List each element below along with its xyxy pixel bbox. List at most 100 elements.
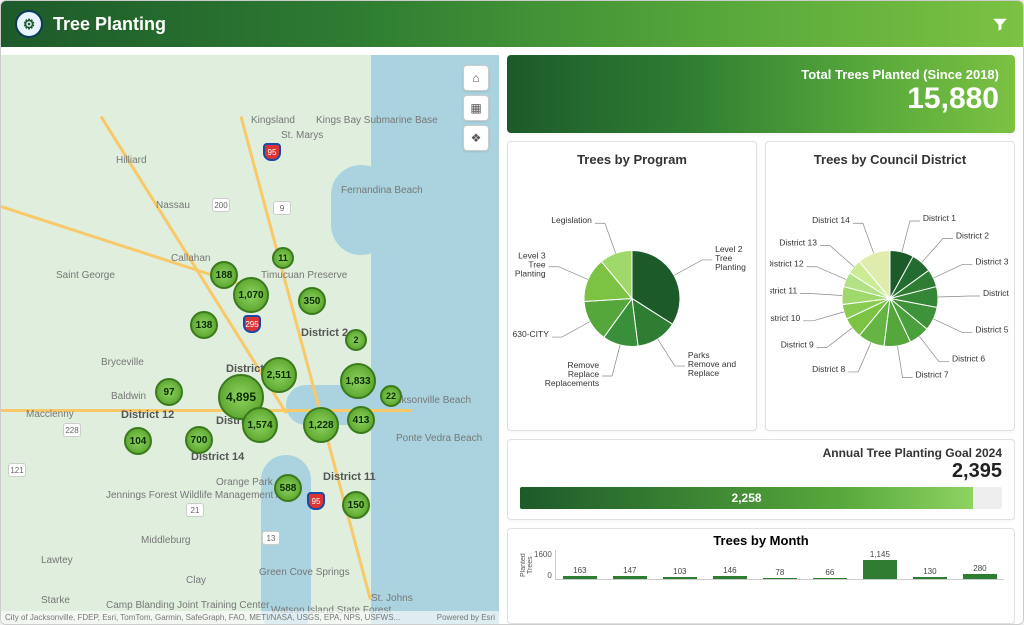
map-panel[interactable]: 95 295 95 228 200 9 21 13 121 KingslandK… [1,55,499,624]
bar-column[interactable]: 147 [606,550,654,579]
map-label: Ponte Vedra Beach [396,433,466,444]
map-label: Clay [186,575,206,586]
cluster-marker[interactable]: 413 [347,406,375,434]
map-label: Starke [41,595,70,606]
pie-label: ParksRemove andReplace [688,350,736,378]
basemap-button[interactable]: ▦ [463,95,489,121]
pie-label: District 12 [770,259,804,269]
app-header: ⚙ Tree Planting [1,1,1023,47]
map-label: Saint George [56,270,115,281]
total-trees-card: Total Trees Planted (Since 2018) 15,880 [507,55,1015,133]
map-label: District 11 [323,471,376,483]
cluster-marker[interactable]: 188 [210,261,238,289]
bar-column[interactable]: 130 [906,550,954,579]
cluster-marker[interactable]: 150 [342,491,370,519]
bar-value-label: 163 [573,566,586,575]
map-label: Camp Blanding Joint Training Center [106,600,176,611]
pie-label: District 11 [770,285,797,295]
goal-card: Annual Tree Planting Goal 2024 2,395 2,2… [507,439,1015,520]
map-label: Jennings Forest Wildlife Management Area [106,490,176,501]
goal-label: Annual Tree Planting Goal 2024 [520,446,1002,460]
pie-label: Level 3TreePlanting [515,251,546,279]
highway-shield: 21 [186,503,204,517]
bar [713,576,747,579]
bar-column[interactable]: 66 [806,550,854,579]
map-tools: ⌂ ▦ ❖ [463,65,489,151]
y-axis-label: Planted Trees [518,550,534,580]
pie-label: 630-CITY [513,329,550,339]
map-label: Orange Park [216,477,273,488]
bar-column[interactable]: 146 [706,550,754,579]
pie-label: District 8 [812,364,845,374]
cluster-marker[interactable]: 97 [155,378,183,406]
interstate-shield: 95 [263,143,281,161]
pie-label: Legislation [551,215,592,225]
map-label: Kingsland [251,115,295,126]
bar-column[interactable]: 103 [656,550,704,579]
cluster-marker[interactable]: 700 [185,426,213,454]
pie-label: District 13 [779,238,817,248]
cluster-marker[interactable]: 2,511 [261,357,297,393]
bar-column[interactable]: 163 [556,550,604,579]
body: 95 295 95 228 200 9 21 13 121 KingslandK… [1,47,1023,624]
cluster-marker[interactable]: 22 [380,385,402,407]
pie-label: District 10 [770,313,800,323]
highway-shield: 121 [8,463,26,477]
bar [563,576,597,579]
y-axis-ticks: 1600 0 [534,550,555,580]
map-label: District 12 [121,409,174,421]
home-extent-button[interactable]: ⌂ [463,65,489,91]
map-label: Macclenny [26,409,74,420]
map-label: Hilliard [116,155,147,166]
cluster-marker[interactable]: 1,833 [340,363,376,399]
bar-value-label: 280 [973,564,986,573]
cluster-marker[interactable]: 104 [124,427,152,455]
layers-button[interactable]: ❖ [463,125,489,151]
cluster-marker[interactable]: 138 [190,311,218,339]
cluster-marker[interactable]: 1,228 [303,407,339,443]
district-pie-chart[interactable]: District 1District 2District 3District 4… [770,173,1010,420]
map-label: Kings Bay Submarine Base [316,115,386,126]
side-panel: Total Trees Planted (Since 2018) 15,880 … [507,55,1015,624]
bar-value-label: 130 [923,567,936,576]
map-label: Bryceville [101,357,144,368]
cluster-marker[interactable]: 11 [272,247,294,269]
bar [963,574,997,579]
pie-row: Trees by Program Level 2TreePlanting Park… [507,141,1015,431]
trees-by-district-card: Trees by Council District District 1Dist… [765,141,1015,431]
map-background: 95 295 95 228 200 9 21 13 121 [1,55,499,624]
program-pie-chart[interactable]: Level 2TreePlanting ParksRemove andReplac… [512,173,752,420]
highway-shield: 9 [273,201,291,215]
app-logo: ⚙ [15,10,43,38]
app-root: ⚙ Tree Planting 95 295 95 228 20 [0,0,1024,625]
bar-value-label: 66 [825,568,834,577]
map-label: Fernandina Beach [341,185,411,196]
bar-chart[interactable]: 163 14710314678 66 1,145 130 280 [555,550,1004,580]
chart-title: Trees by Program [577,152,687,167]
cluster-marker[interactable]: 2 [345,329,367,351]
pie-label: District 2 [956,230,989,240]
bar [763,578,797,579]
pie-label: RemoveReplaceReplacements [545,360,600,388]
map-label: Baldwin [111,391,146,402]
pie-label: District 7 [916,370,949,380]
cluster-marker[interactable]: 1,574 [242,407,278,443]
bar [863,560,897,579]
map-label: St. Marys [281,130,323,141]
total-label: Total Trees Planted (Since 2018) [523,67,999,82]
pie-label: District 9 [781,340,814,350]
pie-label: Level 2TreePlanting [715,244,746,272]
bar-column[interactable]: 280 [956,550,1004,579]
cluster-marker[interactable]: 1,070 [233,277,269,313]
bar-column[interactable]: 1,145 [856,550,904,579]
bar [613,576,647,579]
bar [663,577,697,579]
cluster-marker[interactable]: 588 [274,474,302,502]
bar-column[interactable]: 78 [756,550,804,579]
map-label: Middleburg [141,535,190,546]
chart-title: Trees by Council District [814,152,966,167]
filter-icon[interactable] [991,15,1009,33]
cluster-marker[interactable]: 350 [298,287,326,315]
highway-shield: 13 [262,531,280,545]
goal-target: 2,395 [520,460,1002,483]
